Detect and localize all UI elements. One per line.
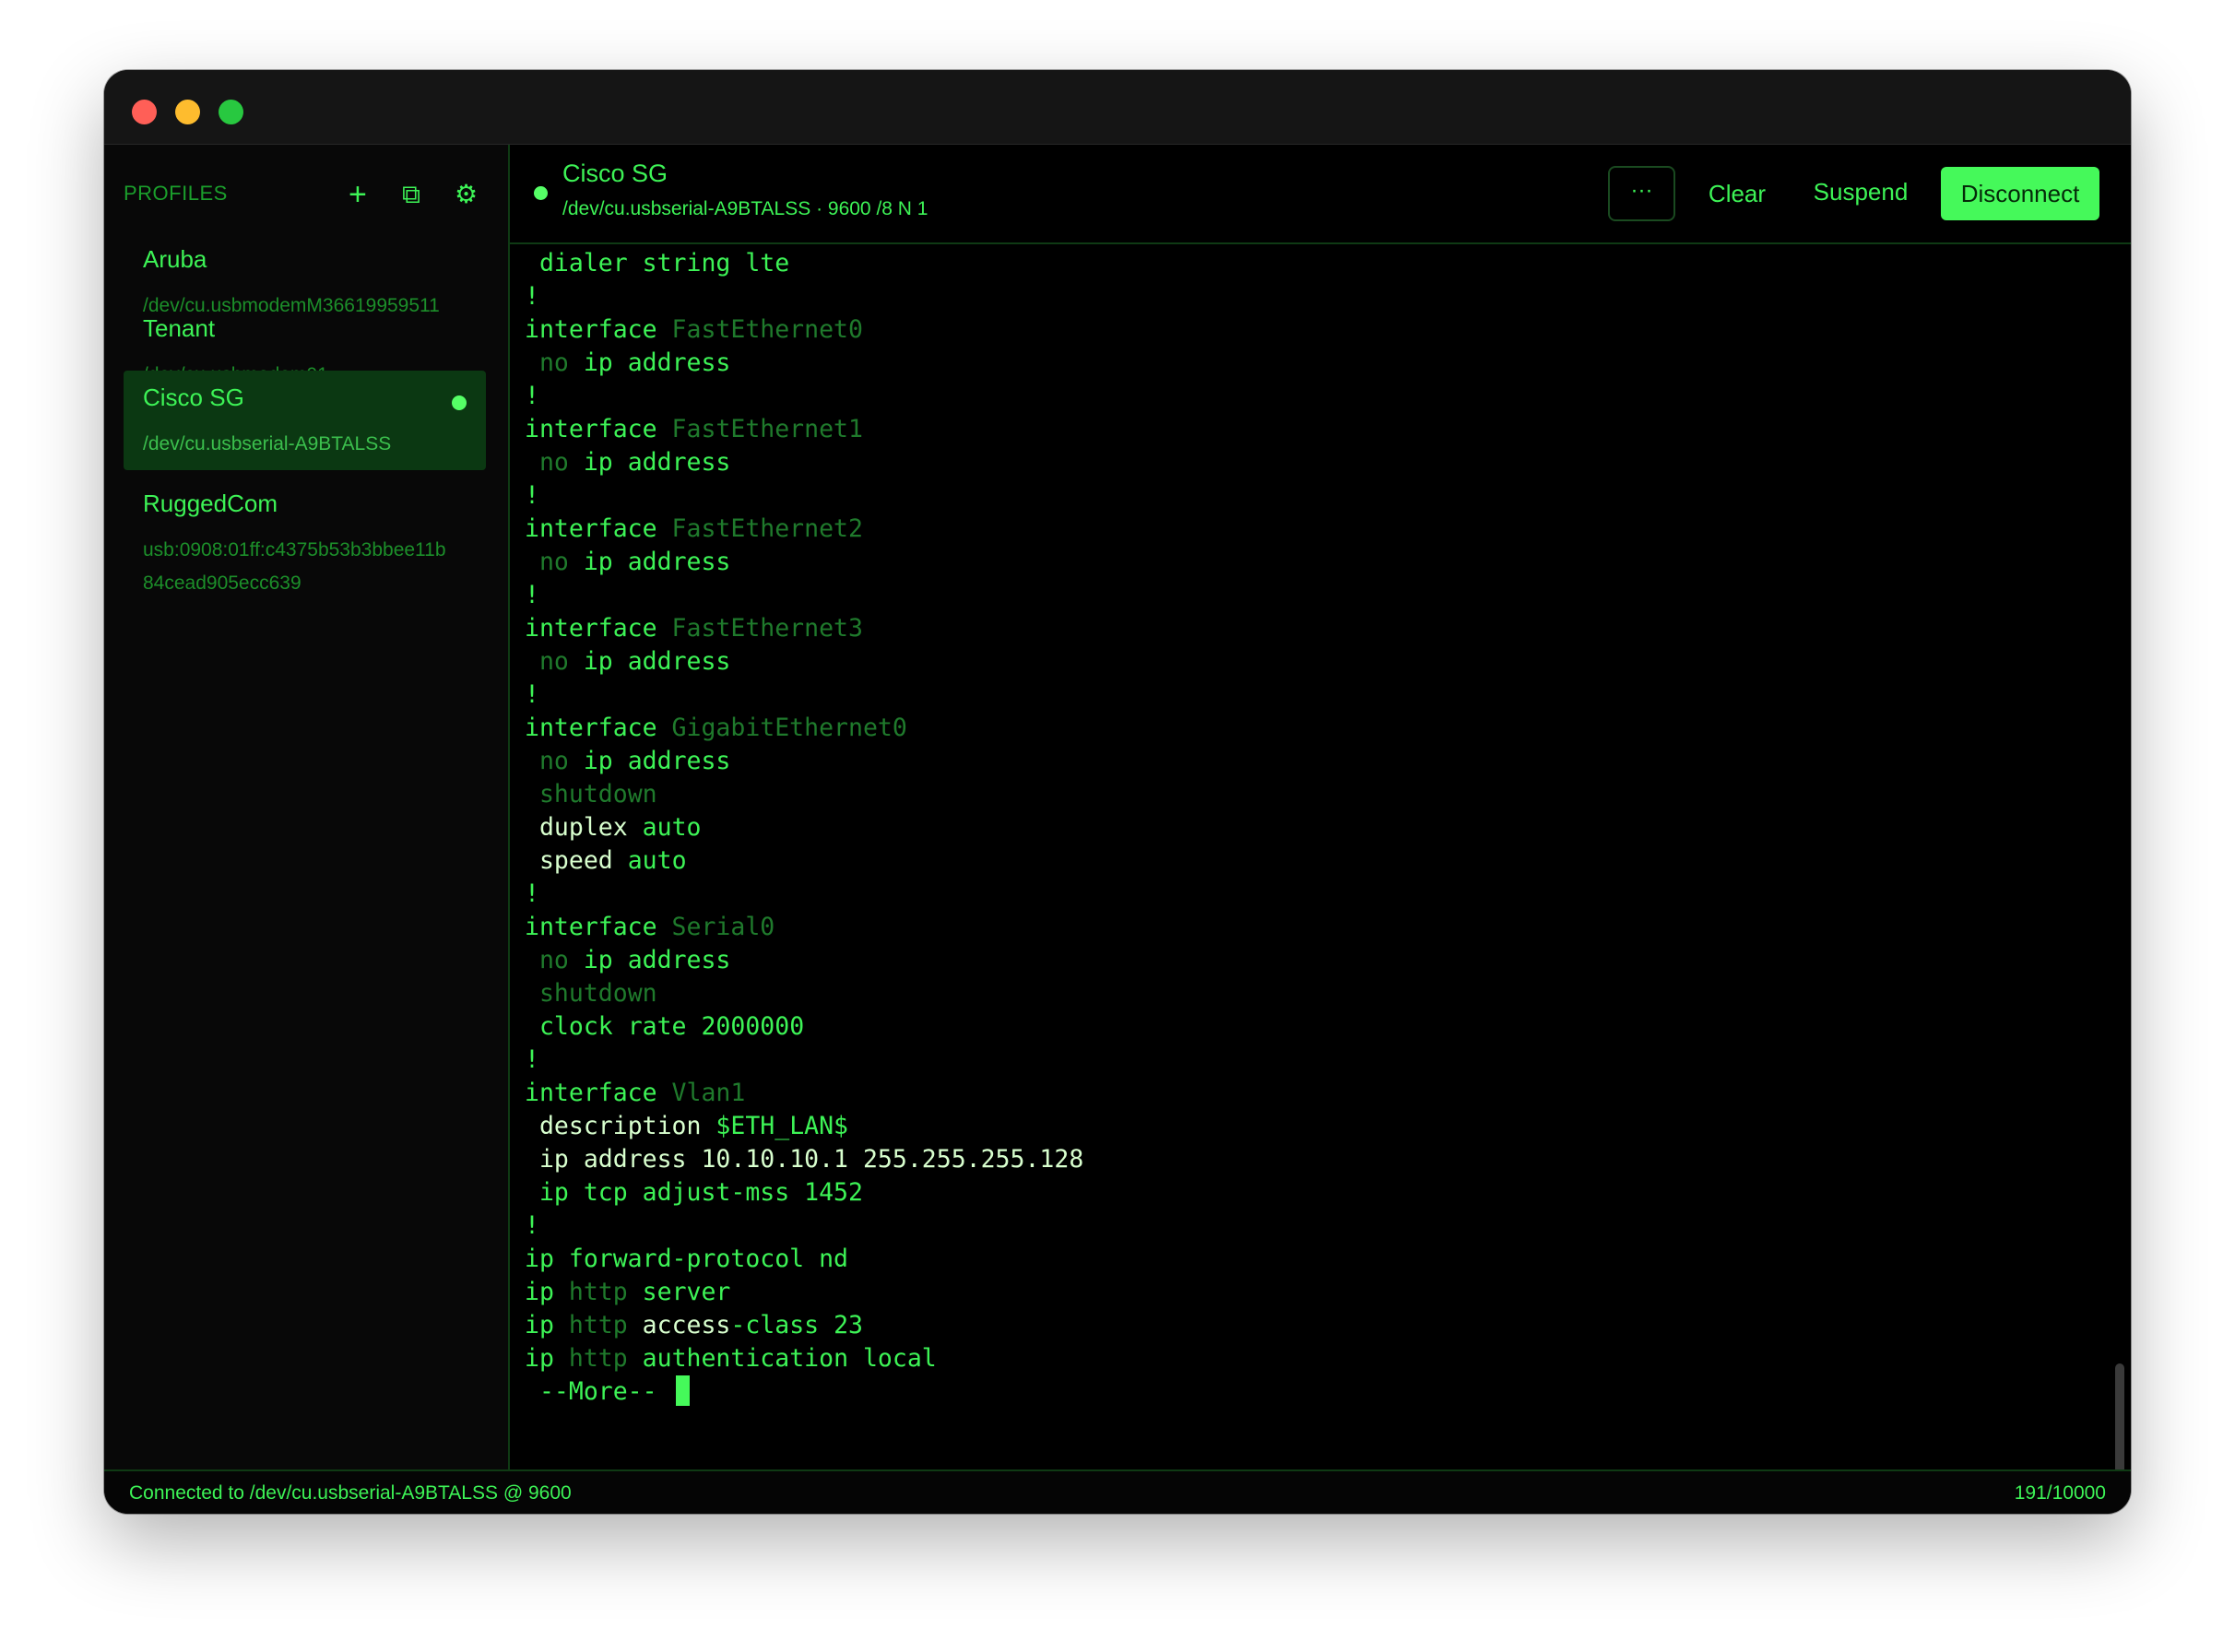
scrollbar-thumb[interactable]	[2115, 1363, 2124, 1469]
title-bar	[104, 70, 2131, 145]
terminal-line: !	[525, 382, 539, 410]
terminal-line: no ip address	[538, 946, 731, 974]
terminal-line: no ip address	[538, 647, 731, 676]
profile-path: usb:0908:01ff:c4375b53b3bbee11b 84cead905…	[143, 534, 475, 600]
duplicate-profile-icon[interactable]: ⧉	[402, 178, 420, 211]
terminal-line: interface Serial0	[525, 913, 775, 941]
profile-name: Tenant	[143, 314, 216, 342]
terminal-line: no ip address	[538, 548, 731, 576]
gear-icon[interactable]: ⚙	[455, 178, 478, 211]
session-header: Cisco SG /dev/cu.usbserial-A9BTALSS · 96…	[510, 145, 2131, 244]
terminal-line: no ip address	[538, 448, 731, 477]
session-title: Cisco SG	[562, 159, 668, 187]
buffer-line-count: 191/10000	[2014, 1482, 2106, 1504]
terminal-line: !	[525, 680, 539, 709]
terminal-line: shutdown	[538, 979, 657, 1008]
terminal-line: !	[525, 1211, 539, 1240]
profile-item-cisco-sg[interactable]: Cisco SG /dev/cu.usbserial-A9BTALSS	[124, 371, 486, 470]
terminal-line: interface Vlan1	[525, 1079, 746, 1107]
terminal-line: description $ETH_LAN$	[538, 1112, 849, 1140]
profile-name: Cisco SG	[143, 384, 244, 411]
terminal-line-more-prompt: --More--	[525, 1375, 690, 1409]
terminal-line: !	[525, 282, 539, 311]
terminal-line: ip address 10.10.10.1 255.255.255.128	[538, 1145, 1084, 1174]
terminal-line: interface FastEthernet0	[525, 315, 863, 344]
disconnect-button[interactable]: Disconnect	[1941, 167, 2099, 220]
profile-name: RuggedCom	[143, 490, 278, 517]
terminal-line: ip http server	[525, 1278, 731, 1306]
profiles-label: PROFILES	[124, 182, 228, 205]
add-profile-icon[interactable]: +	[349, 178, 367, 211]
zoom-window-button[interactable]	[219, 100, 243, 124]
connected-indicator-icon	[452, 395, 467, 410]
terminal-line: !	[525, 879, 539, 908]
connection-status-icon	[534, 186, 548, 200]
cursor-icon	[675, 1375, 690, 1406]
profile-item-ruggedcom[interactable]: RuggedCom usb:0908:01ff:c4375b53b3bbee11…	[124, 477, 486, 606]
app-window: PROFILES + ⧉ ⚙ Aruba /dev/cu.usbmodemM36…	[104, 70, 2131, 1514]
profile-name: Aruba	[143, 245, 207, 273]
profile-path-line-1: usb:0908:01ff:c4375b53b3bbee11b	[143, 539, 446, 560]
terminal-line: ip tcp adjust-mss 1452	[538, 1178, 863, 1207]
profiles-header: PROFILES + ⧉ ⚙	[124, 178, 488, 211]
minimize-window-button[interactable]	[175, 100, 200, 124]
profile-path-line-2: 84cead905ecc639	[143, 572, 302, 594]
terminal-line: ip forward-protocol nd	[525, 1245, 848, 1273]
profile-path: /dev/cu.usbserial-A9BTALSS	[143, 433, 392, 454]
terminal-line: !	[525, 481, 539, 510]
terminal-line: !	[525, 1045, 539, 1074]
terminal-line: speed auto	[538, 846, 687, 875]
clear-button[interactable]: Clear	[1686, 166, 1788, 221]
profile-item-tenant[interactable]: Tenant /dev/cu.usbmodem01	[124, 301, 486, 385]
terminal-line: dialer string lte	[538, 249, 790, 277]
terminal-line: interface FastEthernet1	[525, 415, 863, 443]
close-window-button[interactable]	[132, 100, 157, 124]
terminal-line: no ip address	[538, 747, 731, 775]
more-options-button[interactable]: ···	[1608, 166, 1675, 221]
terminal-line: interface FastEthernet3	[525, 614, 863, 643]
terminal-line: interface FastEthernet2	[525, 514, 863, 543]
suspend-button[interactable]: Suspend	[1801, 164, 1921, 219]
terminal-line: no ip address	[538, 348, 731, 377]
terminal-line: clock rate 2000000	[538, 1012, 805, 1041]
session-port-info: /dev/cu.usbserial-A9BTALSS · 9600 /8 N 1	[562, 198, 928, 219]
terminal-line: ip http authentication local	[525, 1344, 937, 1373]
terminal-line: !	[525, 581, 539, 609]
terminal-line: interface GigabitEthernet0	[525, 714, 907, 742]
terminal-line: ip http access-class 23	[525, 1311, 863, 1339]
terminal-line: duplex auto	[538, 813, 702, 842]
terminal-output[interactable]: dialer string lte ! interface FastEthern…	[510, 244, 2131, 1469]
terminal-line: shutdown	[538, 780, 657, 808]
status-bar: Connected to /dev/cu.usbserial-A9BTALSS …	[104, 1469, 2131, 1514]
connection-status-text: Connected to /dev/cu.usbserial-A9BTALSS …	[129, 1482, 572, 1504]
sidebar: PROFILES + ⧉ ⚙ Aruba /dev/cu.usbmodemM36…	[104, 145, 510, 1469]
